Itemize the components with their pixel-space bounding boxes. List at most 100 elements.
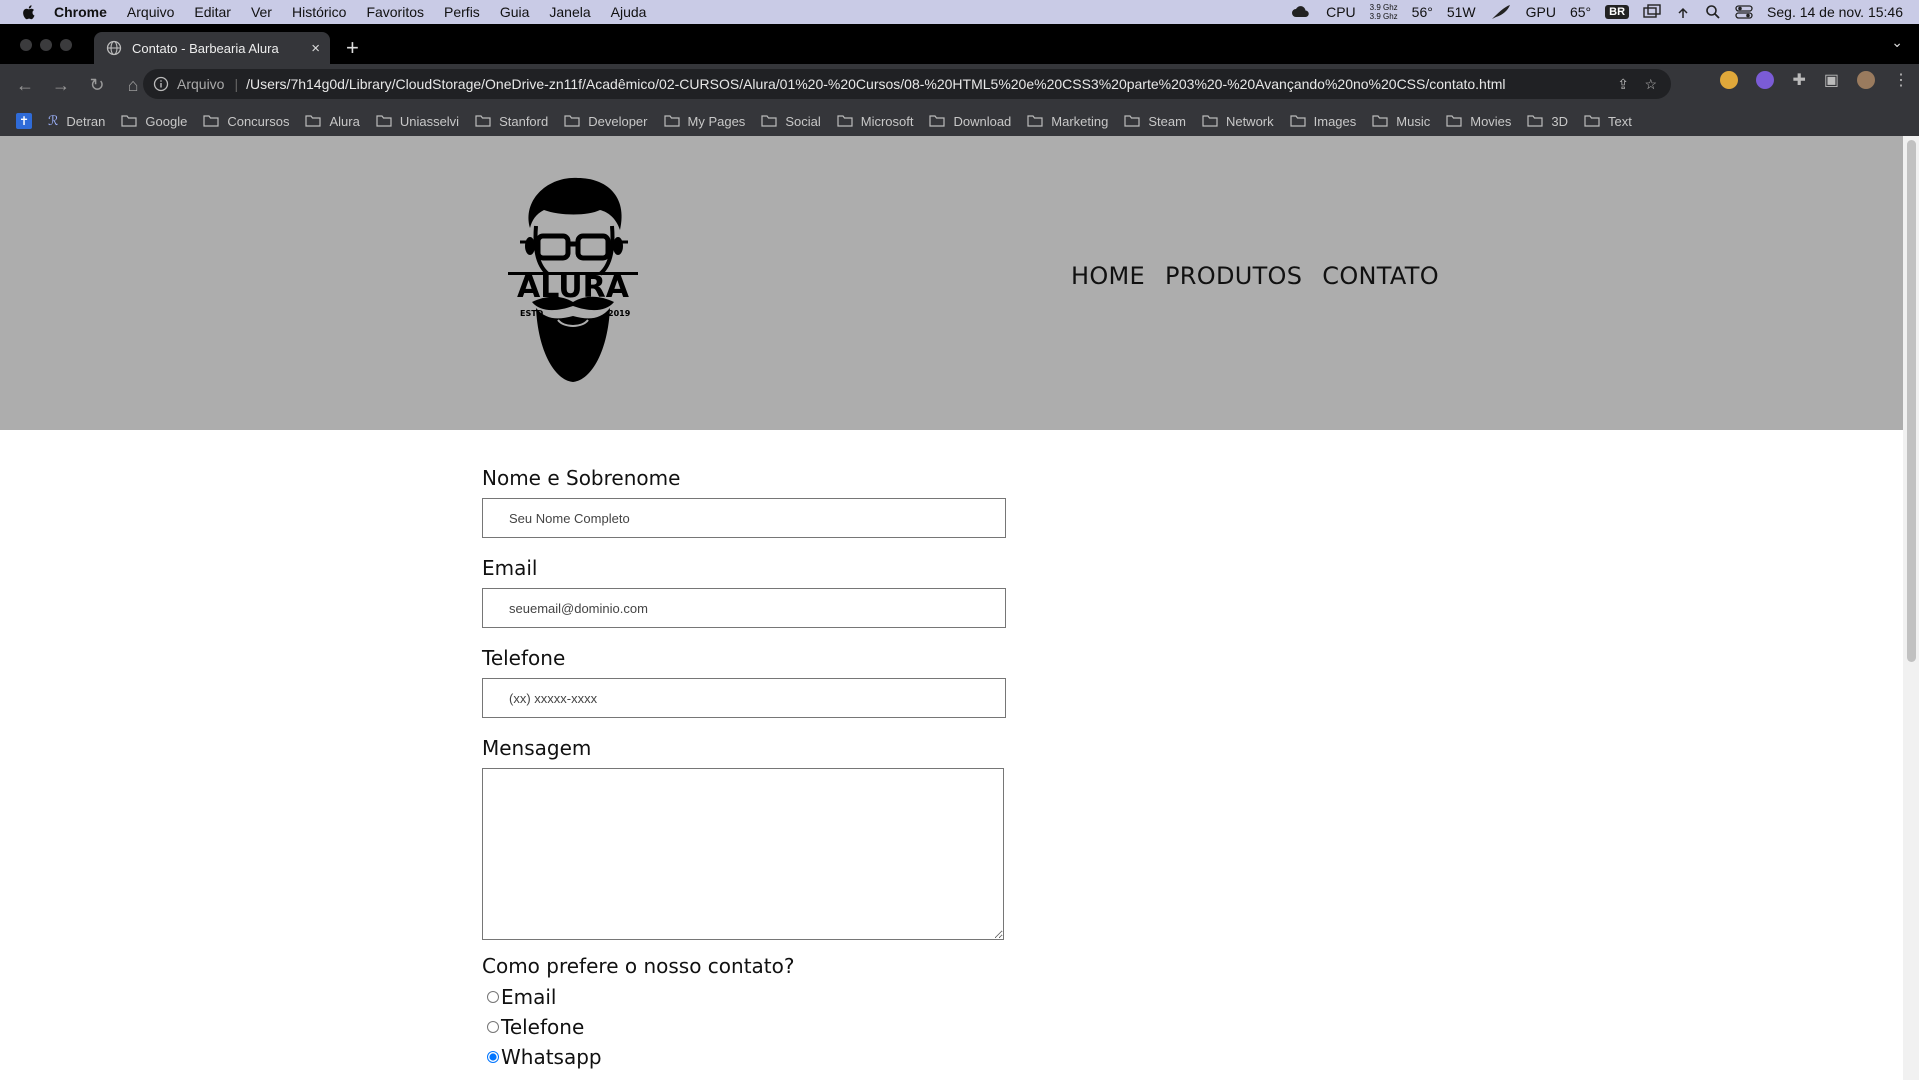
extension-icon-1[interactable] xyxy=(1720,71,1739,89)
menu-arquivo[interactable]: Arquivo xyxy=(127,4,174,20)
radio-telefone-label: Telefone xyxy=(501,1015,585,1039)
new-tab-button[interactable]: + xyxy=(346,35,359,61)
bookmark-folder-network[interactable]: Network xyxy=(1202,114,1274,129)
nav-produtos[interactable]: PRODUTOS xyxy=(1165,262,1302,290)
menu-perfis[interactable]: Perfis xyxy=(444,4,480,20)
search-icon[interactable] xyxy=(1705,4,1721,20)
bookmark-folder-uniasselvi[interactable]: Uniasselvi xyxy=(376,114,459,129)
zoom-window-button[interactable] xyxy=(60,39,72,51)
windows-icon[interactable] xyxy=(1643,4,1661,20)
bookmark-label: Music xyxy=(1396,113,1431,129)
contact-form: Nome e Sobrenome Email Telefone Mensagem… xyxy=(482,466,1082,1072)
radio-whatsapp[interactable] xyxy=(487,1051,499,1063)
bookmark-label: Steam xyxy=(1148,113,1186,129)
radio-option-whatsapp[interactable]: Whatsapp xyxy=(482,1042,1082,1072)
gpu-temp: 65° xyxy=(1569,4,1592,20)
bookmark-folder-google[interactable]: Google xyxy=(121,114,187,129)
datetime[interactable]: Seg. 14 de nov. 15:46 xyxy=(1767,4,1903,20)
menu-ajuda[interactable]: Ajuda xyxy=(611,4,647,20)
side-panel-icon[interactable]: ▣ xyxy=(1824,70,1839,90)
tab-search-chevron-icon[interactable]: ⌄ xyxy=(1891,34,1903,51)
bookmark-label: 3D xyxy=(1551,113,1569,129)
share-icon[interactable]: ⇪ xyxy=(1617,76,1629,93)
bookmark-folder-alura[interactable]: Alura xyxy=(305,114,360,129)
url-separator: | xyxy=(234,76,239,92)
cpu-label[interactable]: CPU xyxy=(1326,4,1356,20)
message-textarea[interactable] xyxy=(482,768,1004,940)
control-center-icon[interactable] xyxy=(1735,4,1753,20)
bookmark-label: Google xyxy=(145,113,188,129)
reload-button[interactable]: ↻ xyxy=(86,75,108,96)
menu-app-chrome[interactable]: Chrome xyxy=(54,4,107,20)
bookmark-folder-stanford[interactable]: Stanford xyxy=(475,114,548,129)
alura-barber-logo[interactable]: ALURA ESTD 2019 xyxy=(508,170,638,392)
site-header: ALURA ESTD 2019 HOME PRODUTOS CONTATO xyxy=(0,136,1903,430)
input-language-badge[interactable]: BR xyxy=(1605,5,1630,19)
minimize-window-button[interactable] xyxy=(40,39,52,51)
folder-icon xyxy=(1290,115,1306,127)
menu-guia[interactable]: Guia xyxy=(500,4,530,20)
tab-contato[interactable]: Contato - Barbearia Alura × xyxy=(94,32,330,64)
bookmark-folder-movies[interactable]: Movies xyxy=(1446,114,1511,129)
network-icon[interactable] xyxy=(1675,4,1691,20)
menu-favoritos[interactable]: Favoritos xyxy=(366,4,424,20)
info-icon[interactable] xyxy=(153,76,169,92)
name-input[interactable] xyxy=(482,498,1006,538)
folder-icon xyxy=(1446,115,1462,127)
bookmark-folder-music[interactable]: Music xyxy=(1372,114,1430,129)
bookmark-folder-download[interactable]: Download xyxy=(929,114,1011,129)
radio-option-telefone[interactable]: Telefone xyxy=(482,1012,1082,1042)
kebab-menu-icon[interactable]: ⋮ xyxy=(1893,70,1909,90)
address-bar[interactable]: Arquivo | /Users/7h14g0d/Library/CloudSt… xyxy=(143,69,1671,99)
tab-close-icon[interactable]: × xyxy=(311,40,320,57)
bookmark-star-icon[interactable]: ☆ xyxy=(1644,76,1657,93)
logo-wordmark: ALURA xyxy=(517,270,630,305)
extensions-area: ✚ ▣ ⋮ xyxy=(1720,70,1909,90)
extension-icon-2[interactable] xyxy=(1756,71,1775,89)
bookmark-folder-steam[interactable]: Steam xyxy=(1124,114,1186,129)
apple-icon[interactable] xyxy=(20,3,38,21)
nav-contato[interactable]: CONTATO xyxy=(1322,262,1439,290)
feather-icon[interactable] xyxy=(1490,4,1512,20)
page-viewport: ALURA ESTD 2019 HOME PRODUTOS CONTATO No… xyxy=(0,136,1903,1080)
bookmark-detran[interactable]: ℛ Detran xyxy=(48,113,105,129)
radio-option-email[interactable]: Email xyxy=(482,982,1082,1012)
bookmark-label: My Pages xyxy=(687,113,746,129)
phone-label: Telefone xyxy=(482,646,566,670)
menu-editar[interactable]: Editar xyxy=(194,4,231,20)
phone-input[interactable] xyxy=(482,678,1006,718)
menu-historico[interactable]: Histórico xyxy=(292,4,346,20)
folder-icon xyxy=(761,115,777,127)
nav-home[interactable]: HOME xyxy=(1071,262,1145,290)
profile-avatar[interactable] xyxy=(1857,71,1875,89)
back-button[interactable]: ← xyxy=(14,75,36,96)
puzzle-icon[interactable]: ✚ xyxy=(1792,70,1805,90)
close-window-button[interactable] xyxy=(20,39,32,51)
folder-icon xyxy=(929,115,946,127)
home-button[interactable]: ⌂ xyxy=(122,75,144,96)
url-text[interactable]: /Users/7h14g0d/Library/CloudStorage/OneD… xyxy=(246,76,1505,92)
gpu-label[interactable]: GPU xyxy=(1526,4,1556,20)
bookmark-folder-images[interactable]: Images xyxy=(1290,114,1356,129)
email-input[interactable] xyxy=(482,588,1006,628)
menu-ver[interactable]: Ver xyxy=(251,4,272,20)
scrollbar-thumb[interactable] xyxy=(1907,140,1916,662)
main-nav: HOME PRODUTOS CONTATO xyxy=(1071,262,1439,290)
bookmark-folder-microsoft[interactable]: Microsoft xyxy=(837,114,913,129)
bookmark-folder-marketing[interactable]: Marketing xyxy=(1027,114,1108,129)
bookmark-pinned-icon[interactable]: ✝ xyxy=(16,113,32,129)
bookmark-folder-concursos[interactable]: Concursos xyxy=(203,114,289,129)
bookmark-label: Network xyxy=(1225,113,1274,129)
weather-icon[interactable] xyxy=(1290,4,1312,20)
folder-icon xyxy=(1372,115,1388,127)
bookmark-folder-3d[interactable]: 3D xyxy=(1527,114,1568,129)
radio-telefone[interactable] xyxy=(487,1021,499,1033)
bookmark-folder-my-pages[interactable]: My Pages xyxy=(663,113,746,129)
email-label: Email xyxy=(482,556,538,580)
bookmark-folder-social[interactable]: Social xyxy=(761,114,821,129)
bookmark-folder-developer[interactable]: Developer xyxy=(564,114,648,129)
radio-email[interactable] xyxy=(487,991,499,1003)
forward-button[interactable]: → xyxy=(50,75,72,96)
bookmark-folder-text[interactable]: Text xyxy=(1584,114,1632,129)
menu-janela[interactable]: Janela xyxy=(549,4,590,20)
